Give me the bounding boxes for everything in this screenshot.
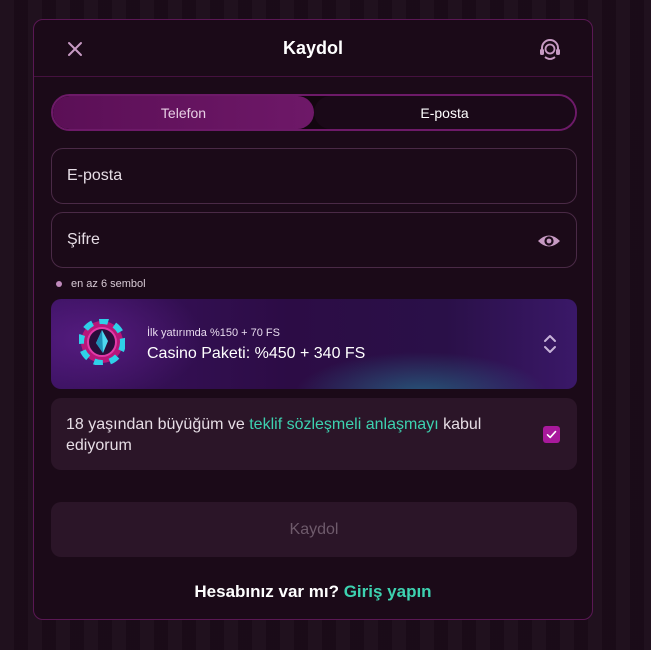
login-prompt: Hesabınız var mı? Giriş yapın xyxy=(34,582,592,602)
bonus-subtitle: İlk yatırımda %150 + 70 FS xyxy=(147,327,280,339)
bonus-selector[interactable]: İlk yatırımda %150 + 70 FS Casino Paketi… xyxy=(51,299,577,389)
hint-bullet-icon xyxy=(56,281,62,287)
eye-icon[interactable] xyxy=(537,230,561,252)
email-input[interactable] xyxy=(67,167,576,185)
tab-telefon[interactable]: Telefon xyxy=(53,96,314,129)
modal-header: Kaydol xyxy=(34,20,592,77)
check-icon xyxy=(546,430,557,439)
bonus-title: Casino Paketi: %450 + 340 FS xyxy=(147,345,366,362)
agreement-box: 18 yaşından büyüğüm ve teklif sözleşmeli… xyxy=(51,398,577,470)
agreement-text: 18 yaşından büyüğüm ve teklif sözleşmeli… xyxy=(66,414,506,456)
agreement-link[interactable]: teklif sözleşmeli anlaşmayı xyxy=(249,416,438,433)
password-hint: en az 6 sembol xyxy=(56,278,146,290)
auth-method-tabs: Telefon E-posta xyxy=(51,94,577,131)
login-question: Hesabınız var mı? xyxy=(194,582,339,601)
agreement-checkbox[interactable] xyxy=(543,426,560,443)
support-headset-icon[interactable] xyxy=(537,36,563,62)
email-field-container xyxy=(51,148,577,204)
casino-chip-icon xyxy=(79,319,125,365)
tab-e-posta[interactable]: E-posta xyxy=(314,96,575,129)
password-input[interactable] xyxy=(67,231,576,249)
password-hint-text: en az 6 sembol xyxy=(71,278,146,290)
password-field-container xyxy=(51,212,577,268)
login-link[interactable]: Giriş yapın xyxy=(344,582,432,601)
chevron-up-down-icon xyxy=(544,335,556,353)
close-icon[interactable] xyxy=(64,38,86,60)
registration-modal: Kaydol Telefon E-posta en az 6 sembol xyxy=(33,19,593,620)
modal-title: Kaydol xyxy=(282,37,343,58)
agreement-text-before: 18 yaşından büyüğüm ve xyxy=(66,416,250,433)
register-button[interactable]: Kaydol xyxy=(51,502,577,557)
